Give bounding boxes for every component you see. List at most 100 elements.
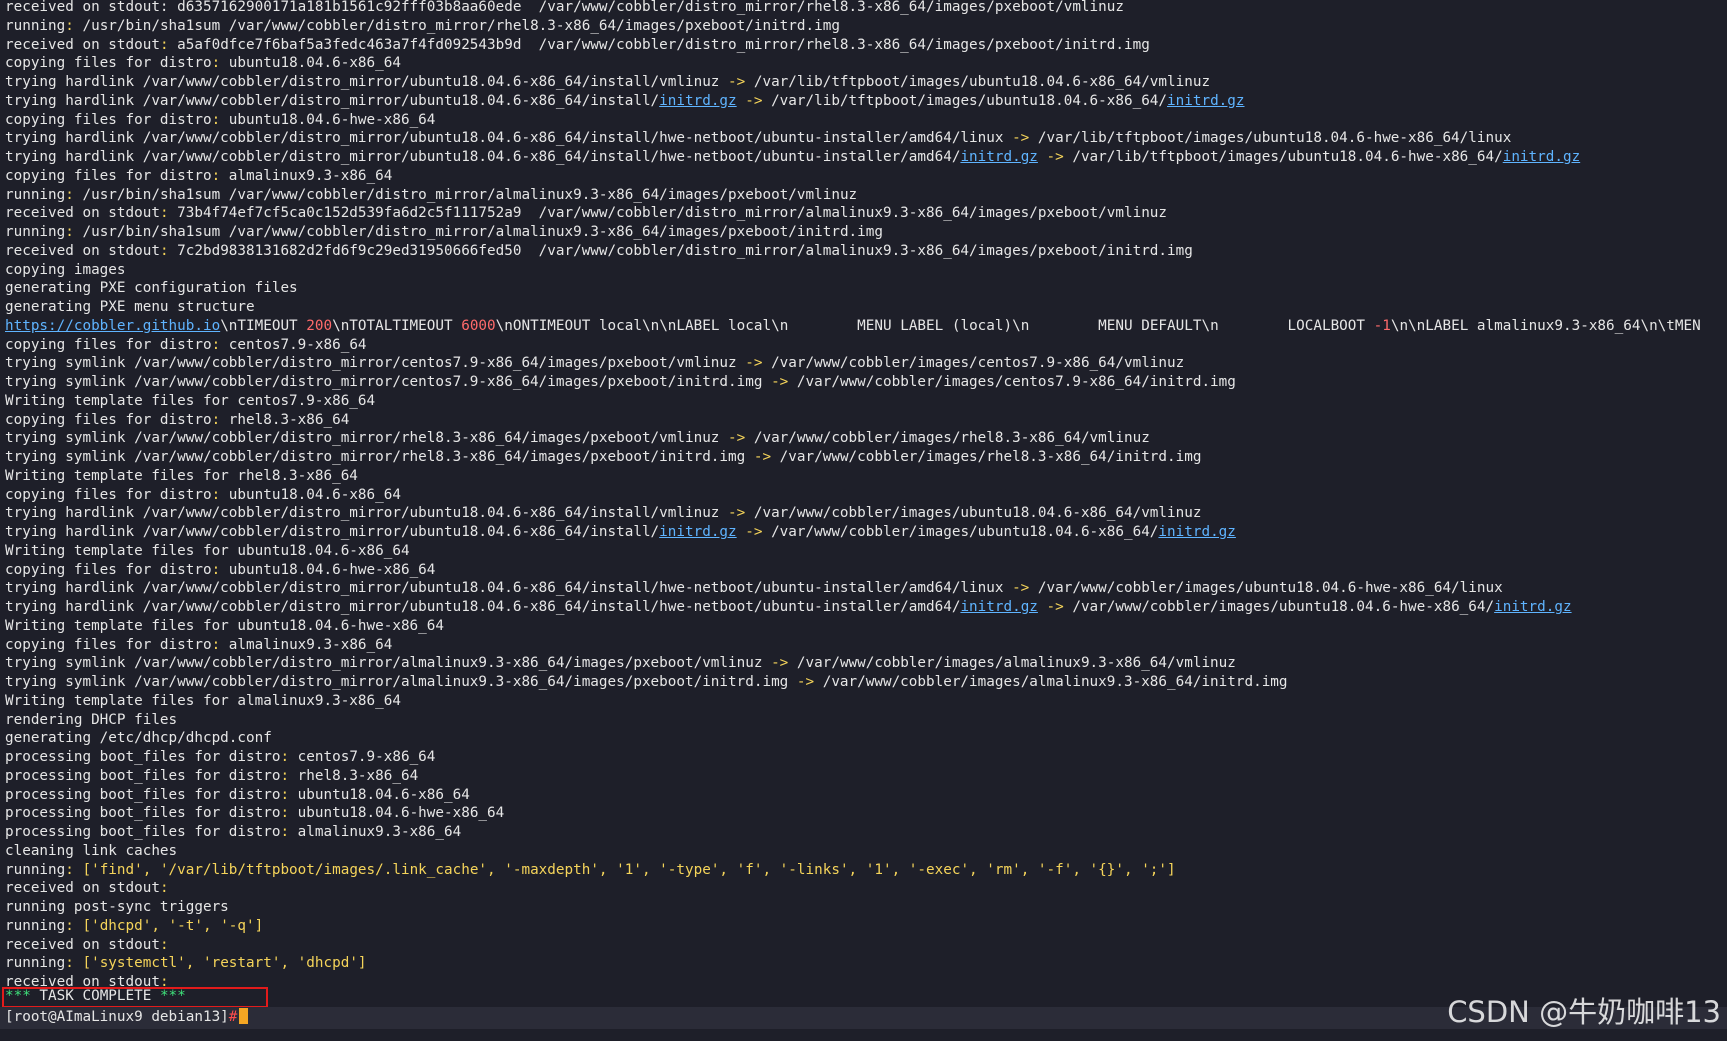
terminal-link[interactable]: initrd.gz — [960, 149, 1037, 165]
terminal-text: received on stdout — [5, 205, 160, 222]
terminal-line: trying hardlink /var/www/cobbler/distro_… — [5, 504, 1701, 523]
terminal-text: Writing template files for rhel8.3-x86_6… — [5, 467, 358, 484]
terminal-text: ubuntu18.04.6-hwe-x86_64 — [220, 561, 436, 578]
terminal-text: 200 — [306, 317, 333, 334]
terminal-text: trying hardlink /var/www/cobbler/distro_… — [5, 130, 1013, 147]
cursor-block-icon[interactable] — [239, 1008, 249, 1024]
terminal-text: trying hardlink /var/www/cobbler/distro_… — [5, 505, 729, 522]
terminal-line: trying symlink /var/www/cobbler/distro_m… — [5, 373, 1701, 392]
terminal-text: -> — [745, 355, 763, 372]
terminal-text: : — [280, 767, 290, 784]
terminal-line: running: /usr/bin/sha1sum /var/www/cobbl… — [5, 186, 1701, 205]
terminal-line: running: /usr/bin/sha1sum /var/www/cobbl… — [5, 223, 1701, 242]
terminal-text: trying symlink /var/www/cobbler/distro_m… — [5, 674, 797, 690]
terminal-text: /usr/bin/sha1sum /var/www/cobbler/distro… — [73, 224, 883, 240]
terminal-text: received on stdout — [5, 936, 160, 953]
terminal-text: copying files for distro — [5, 55, 212, 72]
terminal-link[interactable]: initrd.gz — [1158, 524, 1235, 540]
terminal-link[interactable]: https://cobbler.github.io — [5, 318, 220, 334]
terminal-line: running: ['find', '/var/lib/tftpboot/ima… — [5, 861, 1701, 880]
terminal-line: rendering DHCP files — [5, 711, 1701, 730]
terminal-line: Writing template files for centos7.9-x86… — [5, 392, 1701, 411]
terminal-text: \nONTIMEOUT local\n\nLABEL local\n MENU … — [495, 317, 1374, 334]
terminal-text: -> — [1012, 580, 1030, 597]
terminal-text: copying files for distro — [5, 411, 212, 428]
shell-prompt[interactable]: [root@AImaLinux9 debian13]# — [5, 1008, 249, 1027]
terminal-line: Writing template files for almalinux9.3-… — [5, 692, 1701, 711]
terminal-text: copying files for distro — [5, 167, 212, 184]
terminal-text: received on stdout — [5, 880, 160, 897]
terminal-text: -> — [728, 505, 746, 522]
terminal-text: running — [5, 186, 66, 203]
terminal-text: : — [280, 805, 290, 822]
terminal-text: -> — [796, 674, 815, 690]
terminal-line: received on stdout: 73b4f74ef7cf5ca0c152… — [5, 204, 1701, 223]
terminal-text: /var/www/cobbler/images/ubuntu18.04.6-x8… — [745, 505, 1202, 522]
terminal-link[interactable]: initrd.gz — [960, 599, 1037, 615]
terminal-text: centos7.9-x86_64 — [220, 336, 367, 353]
terminal-line: running: ['dhcpd', '-t', '-q'] — [5, 917, 1701, 936]
terminal-text: trying symlink /var/www/cobbler/distro_m… — [5, 430, 729, 447]
terminal-text: : — [280, 824, 290, 840]
terminal-text: : — [159, 205, 169, 222]
terminal-text: : — [159, 36, 169, 53]
terminal-text: copying files for distro — [5, 336, 212, 353]
terminal-line: trying hardlink /var/www/cobbler/distro_… — [5, 92, 1701, 111]
terminal-text: running post-sync triggers — [5, 899, 229, 915]
terminal-line: copying files for distro: rhel8.3-x86_64 — [5, 411, 1701, 430]
terminal-line: copying files for distro: almalinux9.3-x… — [5, 167, 1701, 186]
terminal-text: received on stdout — [5, 242, 160, 259]
terminal-line: processing boot_files for distro: rhel8.… — [5, 767, 1701, 786]
terminal-line: Writing template files for ubuntu18.04.6… — [5, 617, 1701, 636]
terminal-text: copying files for distro — [5, 486, 212, 503]
terminal-link[interactable]: initrd.gz — [1167, 93, 1244, 109]
terminal-text: trying symlink /var/www/cobbler/distro_m… — [5, 355, 746, 372]
terminal-line: trying symlink /var/www/cobbler/distro_m… — [5, 448, 1701, 467]
terminal-text: : — [65, 861, 74, 878]
terminal-line: copying files for distro: ubuntu18.04.6-… — [5, 54, 1701, 73]
terminal-text: -> — [728, 74, 746, 90]
terminal-text: centos7.9-x86_64 — [289, 749, 436, 765]
terminal-line: copying files for distro: centos7.9-x86_… — [5, 336, 1701, 355]
terminal-line: received on stdout: — [5, 879, 1701, 898]
terminal-text: running — [5, 224, 66, 240]
terminal-link[interactable]: initrd.gz — [1494, 599, 1571, 615]
terminal-text: : — [211, 561, 221, 578]
terminal-text: running — [5, 917, 66, 934]
terminal-text: : — [280, 786, 290, 803]
terminal-text: almalinux9.3-x86_64 — [220, 636, 393, 653]
terminal-text: almalinux9.3-x86_64 — [289, 824, 462, 840]
terminal-line: trying symlink /var/www/cobbler/distro_m… — [5, 354, 1701, 373]
terminal-line: trying symlink /var/www/cobbler/distro_m… — [5, 654, 1701, 673]
terminal-text: /usr/bin/sha1sum /var/www/cobbler/distro… — [73, 17, 840, 34]
prompt-symbol: # — [228, 1009, 238, 1025]
terminal-text: copying files for distro — [5, 111, 212, 128]
terminal-line: Writing template files for ubuntu18.04.6… — [5, 542, 1701, 561]
terminal-link[interactable]: initrd.gz — [659, 93, 736, 109]
terminal-line: processing boot_files for distro: ubuntu… — [5, 804, 1701, 823]
watermark: CSDN @牛奶咖啡13 — [1447, 995, 1721, 1029]
terminal-text: trying hardlink /var/www/cobbler/distro_… — [5, 580, 1013, 597]
terminal-text: running — [5, 17, 66, 34]
terminal-text: : — [159, 880, 169, 897]
terminal-text: : — [280, 749, 290, 765]
terminal-text: : — [65, 17, 74, 34]
terminal-text: Writing template files for ubuntu18.04.6… — [5, 542, 410, 559]
task-complete-stars-right: *** — [159, 988, 186, 1004]
terminal-link[interactable]: initrd.gz — [1503, 149, 1580, 165]
terminal-text: -> — [771, 655, 789, 672]
terminal-text: running — [5, 955, 66, 972]
terminal-text: /var/www/cobbler/images/ubuntu18.04.6-hw… — [1063, 599, 1495, 615]
terminal-line: trying hardlink /var/www/cobbler/distro_… — [5, 148, 1701, 167]
terminal-text: trying hardlink /var/www/cobbler/distro_… — [5, 149, 961, 165]
terminal-text: cleaning link caches — [5, 842, 178, 859]
terminal-text: processing boot_files for distro — [5, 824, 281, 840]
terminal-line: received on stdout: 7c2bd9838131682d2fd6… — [5, 242, 1701, 261]
terminal-text: -> — [771, 374, 789, 390]
terminal-text: rendering DHCP files — [5, 711, 178, 728]
terminal-link[interactable]: initrd.gz — [659, 524, 736, 540]
terminal-text: copying files for distro — [5, 561, 212, 578]
terminal-window[interactable]: received on stdout: d6357162900171a181b1… — [0, 0, 1727, 1041]
